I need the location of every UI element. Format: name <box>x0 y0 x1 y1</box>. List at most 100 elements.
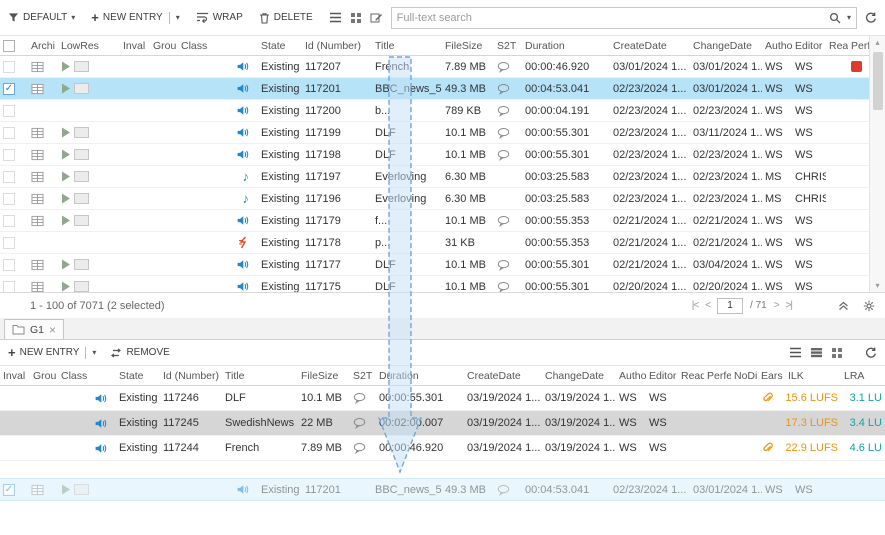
column-header-id[interactable]: Id (Number) <box>160 366 222 385</box>
list-view-icon[interactable] <box>789 347 802 358</box>
row-checkbox[interactable] <box>3 61 15 73</box>
table-row[interactable]: Existing117175DLF10.1 MB00:00:55.30102/2… <box>0 276 869 292</box>
table-row[interactable]: ♪Existing117197Everloving6.30 MB00:03:25… <box>0 166 869 188</box>
prev-page-button[interactable]: < <box>705 300 710 311</box>
table-row[interactable]: Existing117246DLF10.1 MB00:00:55.30103/1… <box>0 386 885 411</box>
new-entry-button[interactable]: + NEW ENTRY ▾ <box>91 12 179 24</box>
table-row[interactable]: Existing117200b...789 KB00:00:04.19102/2… <box>0 100 869 122</box>
grid-view-icon[interactable] <box>350 12 362 24</box>
wrap-button[interactable]: WRAP <box>196 12 243 23</box>
play-button[interactable] <box>61 149 71 160</box>
column-header-title[interactable]: Title <box>372 36 442 55</box>
column-header-create_date[interactable]: CreateDate <box>464 366 542 385</box>
column-header-class[interactable]: Class <box>178 36 258 55</box>
table-row[interactable]: ♪Existing117196Everloving6.30 MB00:03:25… <box>0 188 869 210</box>
table-row[interactable]: Existing117207French7.89 MB00:00:46.9200… <box>0 56 869 78</box>
row-checkbox[interactable] <box>3 105 15 117</box>
column-header-author[interactable]: Author <box>762 36 792 55</box>
column-header-archi[interactable]: Archi <box>28 36 58 55</box>
column-header-author[interactable]: Author <box>616 366 646 385</box>
column-header-grou[interactable]: Grou <box>150 36 178 55</box>
row-checkbox[interactable] <box>3 281 15 293</box>
column-header-read[interactable]: Read <box>826 36 848 55</box>
grid-view-icon[interactable] <box>831 347 843 359</box>
column-header-lowres[interactable]: LowRes <box>58 36 120 55</box>
search-input[interactable] <box>397 12 829 24</box>
column-header-nodi[interactable]: NoDi <box>731 366 758 385</box>
column-header-state[interactable]: State <box>116 366 160 385</box>
new-entry-button-bottom[interactable]: + NEW ENTRY ▾ <box>8 347 96 359</box>
page-number-input[interactable] <box>717 298 743 314</box>
next-page-button[interactable]: > <box>774 300 779 311</box>
column-header-editor[interactable]: Editor <box>646 366 678 385</box>
column-header-state[interactable]: State <box>258 36 302 55</box>
row-checkbox[interactable] <box>3 215 15 227</box>
play-button[interactable] <box>61 259 71 270</box>
column-header-s2t[interactable]: S2T <box>350 366 376 385</box>
table-row[interactable]: Existing117178p...31 KB00:00:55.35302/21… <box>0 232 869 254</box>
row-checkbox[interactable]: ✓ <box>3 83 15 95</box>
play-button[interactable] <box>61 193 71 204</box>
column-header-s2t[interactable]: S2T <box>494 36 522 55</box>
column-header-filesize[interactable]: FileSize <box>298 366 350 385</box>
default-filter-button[interactable]: DEFAULT ▾ <box>8 12 75 23</box>
row-checkbox[interactable] <box>3 127 15 139</box>
column-header-read[interactable]: Read <box>678 366 704 385</box>
column-header-create_date[interactable]: CreateDate <box>610 36 690 55</box>
column-header-perfe[interactable]: Perfe <box>848 36 869 55</box>
row-checkbox[interactable] <box>3 193 15 205</box>
chevron-down-icon[interactable]: ▾ <box>847 13 851 22</box>
list-view-icon[interactable] <box>329 12 342 23</box>
play-button[interactable] <box>61 61 71 72</box>
table-row[interactable]: Existing117179f...10.1 MB00:00:55.35302/… <box>0 210 869 232</box>
vertical-scrollbar[interactable]: ▴ ▾ <box>869 36 885 292</box>
play-button[interactable] <box>61 484 71 495</box>
table-row[interactable]: Existing117177DLF10.1 MB00:00:55.30102/2… <box>0 254 869 276</box>
play-button[interactable] <box>61 83 71 94</box>
refresh-icon[interactable] <box>865 347 877 359</box>
row-checkbox[interactable] <box>3 237 15 249</box>
play-button[interactable] <box>61 215 71 226</box>
column-header-ilk[interactable]: ILK <box>785 366 841 385</box>
column-header-id[interactable]: Id (Number) <box>302 36 372 55</box>
column-header-duration[interactable]: Duration <box>522 36 610 55</box>
scrollbar-thumb[interactable] <box>873 52 883 110</box>
column-header-perfe[interactable]: Perfe <box>704 366 731 385</box>
column-header-duration[interactable]: Duration <box>376 366 464 385</box>
refresh-icon[interactable] <box>865 12 877 24</box>
row-checkbox[interactable] <box>3 259 15 271</box>
column-header-title[interactable]: Title <box>222 366 298 385</box>
column-header-editor[interactable]: Editor <box>792 36 826 55</box>
table-row[interactable]: Existing117245SwedishNews22 MB00:02:00.0… <box>0 411 885 436</box>
remove-button[interactable]: REMOVE <box>110 347 169 358</box>
tab-close-icon[interactable]: × <box>49 325 56 335</box>
column-header-ears[interactable]: Ears <box>758 366 785 385</box>
play-button[interactable] <box>61 281 71 292</box>
detail-view-icon[interactable] <box>810 347 823 358</box>
search-icon[interactable] <box>829 12 841 24</box>
scroll-down-arrow[interactable]: ▾ <box>875 281 879 290</box>
play-button[interactable] <box>61 171 71 182</box>
collapse-panel-icon[interactable] <box>838 301 849 311</box>
column-header-sel[interactable] <box>0 36 28 55</box>
column-header-change_date[interactable]: ChangeDate <box>690 36 762 55</box>
column-header-inval[interactable]: Inval <box>0 366 30 385</box>
delete-button[interactable]: DELETE <box>259 12 313 24</box>
table-row[interactable]: ✓Existing117201BBC_news_5...49.3 MB00:04… <box>0 78 869 100</box>
select-all-checkbox[interactable] <box>3 40 15 52</box>
first-page-button[interactable]: |< <box>692 300 698 311</box>
settings-gear-icon[interactable] <box>863 300 875 312</box>
scroll-up-arrow[interactable]: ▴ <box>875 38 879 47</box>
column-header-class[interactable]: Class <box>58 366 116 385</box>
column-header-change_date[interactable]: ChangeDate <box>542 366 616 385</box>
edit-filter-icon[interactable] <box>370 11 383 24</box>
last-page-button[interactable]: >| <box>786 300 792 311</box>
column-header-grou[interactable]: Grou <box>30 366 58 385</box>
table-row[interactable]: Existing117199DLF10.1 MB00:00:55.30102/2… <box>0 122 869 144</box>
play-button[interactable] <box>61 127 71 138</box>
row-checkbox[interactable] <box>3 171 15 183</box>
tab-g1[interactable]: G1 × <box>4 319 64 339</box>
row-checkbox[interactable] <box>3 149 15 161</box>
table-row[interactable]: Existing117198DLF10.1 MB00:00:55.30102/2… <box>0 144 869 166</box>
column-header-filesize[interactable]: FileSize <box>442 36 494 55</box>
